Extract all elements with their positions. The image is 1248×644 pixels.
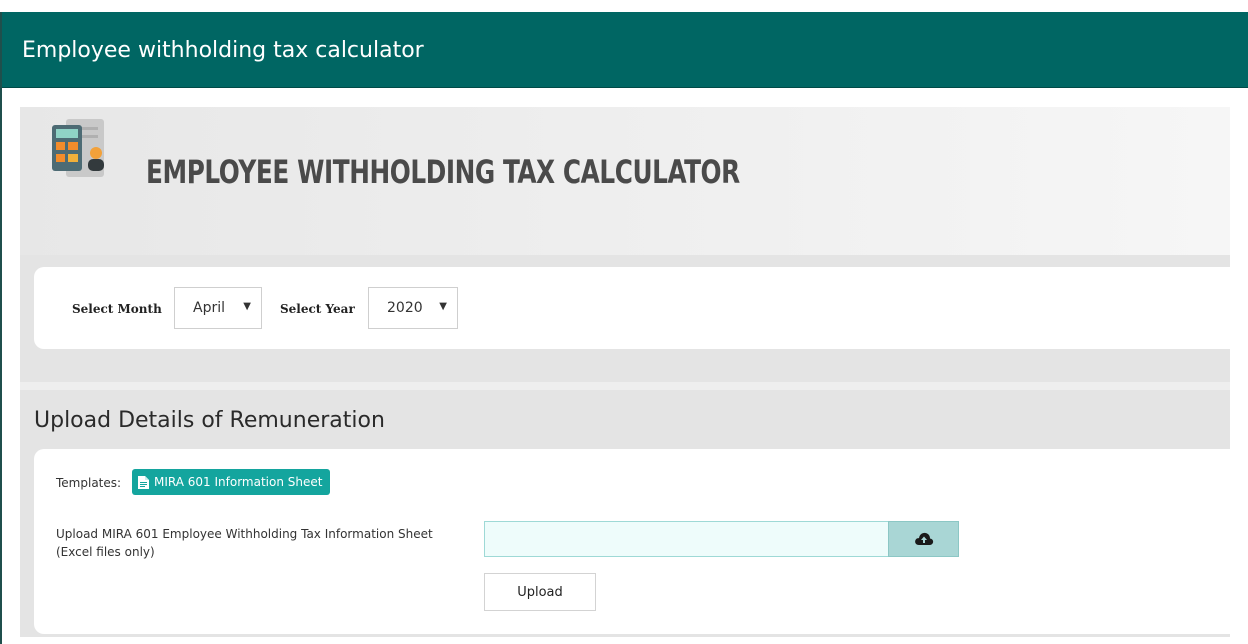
- month-label: Select Month: [72, 302, 162, 316]
- year-select[interactable]: 2020 ▼: [368, 287, 458, 329]
- month-value: April: [193, 300, 225, 316]
- app-window: Employee withholding tax calculator EMPL…: [0, 12, 1248, 644]
- page-heading: EMPLOYEE WITHHOLDING TAX CALCULATOR: [146, 153, 740, 191]
- file-input[interactable]: [484, 521, 888, 557]
- section-title: Upload Details of Remuneration: [34, 408, 385, 433]
- main-content: EMPLOYEE WITHHOLDING TAX CALCULATOR Sele…: [20, 107, 1230, 637]
- divider: [20, 382, 1230, 390]
- caret-down-icon: ▼: [439, 301, 447, 312]
- period-selector-card: Select Month April ▼ Select Year 2020 ▼: [34, 267, 1230, 349]
- caret-down-icon: ▼: [243, 301, 251, 312]
- hero-banner: EMPLOYEE WITHHOLDING TAX CALCULATOR: [20, 107, 1230, 255]
- cloud-upload-icon: [914, 532, 933, 545]
- templates-label: Templates:: [56, 476, 122, 490]
- file-upload-label: Upload MIRA 601 Employee Withholding Tax…: [56, 527, 433, 559]
- year-label: Select Year: [280, 302, 355, 316]
- title-bar: Employee withholding tax calculator: [2, 12, 1248, 88]
- template-link-label: MIRA 601 Information Sheet: [154, 475, 323, 489]
- upload-card: Templates: MIRA 601 Information Sheet Up…: [34, 449, 1230, 634]
- template-download-button[interactable]: MIRA 601 Information Sheet: [132, 469, 331, 495]
- month-select[interactable]: April ▼: [174, 287, 262, 329]
- upload-button[interactable]: Upload: [484, 573, 596, 611]
- document-icon: [138, 475, 149, 489]
- window-title: Employee withholding tax calculator: [22, 38, 424, 63]
- year-value: 2020: [387, 300, 423, 316]
- calculator-icon: [52, 119, 104, 177]
- browse-file-button[interactable]: [888, 521, 959, 557]
